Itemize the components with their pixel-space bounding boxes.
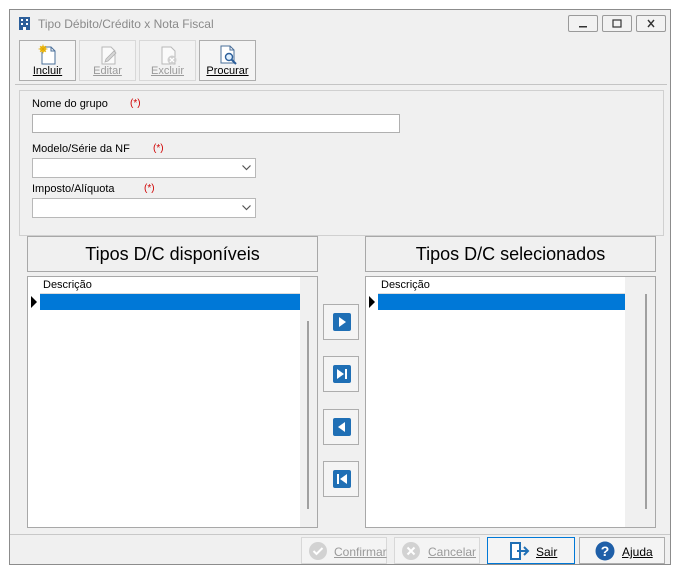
selecionados-scrollbar[interactable] xyxy=(645,294,647,509)
confirmar-button[interactable]: Confirmar xyxy=(301,537,387,564)
selecionados-column-header[interactable]: Descrição xyxy=(378,277,625,294)
move-left-icon xyxy=(333,418,351,436)
selecionados-panel: Descrição xyxy=(365,276,656,528)
disponiveis-grid[interactable]: Descrição xyxy=(28,277,300,527)
table-row[interactable] xyxy=(378,294,625,310)
maximize-button[interactable] xyxy=(602,15,632,32)
search-document-icon xyxy=(220,45,237,65)
excluir-button[interactable]: Excluir xyxy=(139,40,196,81)
disponiveis-column-header[interactable]: Descrição xyxy=(40,277,300,294)
imposto-aliquota-required: (*) xyxy=(144,183,155,194)
move-left-button[interactable] xyxy=(323,409,359,445)
svg-text:?: ? xyxy=(601,543,610,559)
nome-grupo-label: Nome do grupo xyxy=(32,98,108,110)
chevron-down-icon xyxy=(242,205,251,211)
editar-button[interactable]: Editar xyxy=(79,40,136,81)
delete-document-icon xyxy=(161,46,177,65)
procurar-label: Procurar xyxy=(206,65,249,77)
sair-button[interactable]: Sair xyxy=(487,537,575,564)
nome-grupo-required: (*) xyxy=(130,98,141,109)
procurar-button[interactable]: Procurar xyxy=(199,40,256,81)
table-row[interactable] xyxy=(40,294,300,310)
window-title: Tipo Débito/Crédito x Nota Fiscal xyxy=(38,17,214,31)
imposto-aliquota-label: Imposto/Alíquota xyxy=(32,183,115,195)
move-all-right-button[interactable] xyxy=(323,356,359,392)
chevron-down-icon xyxy=(242,165,251,171)
incluir-button[interactable]: Incluir xyxy=(19,40,76,81)
new-document-icon xyxy=(38,44,56,65)
footer-divider xyxy=(10,534,670,535)
edit-document-icon xyxy=(101,46,117,65)
confirmar-label: Confirmar xyxy=(334,545,387,559)
incluir-label: Incluir xyxy=(32,65,63,77)
move-all-right-icon xyxy=(333,365,351,383)
toolbar: Incluir Editar Excluir Procurar xyxy=(15,38,667,85)
check-icon xyxy=(309,542,327,560)
sair-label: Sair xyxy=(536,545,558,559)
editar-label: Editar xyxy=(93,65,122,77)
row-indicator-icon xyxy=(369,296,375,308)
row-indicator-icon xyxy=(31,296,37,308)
ajuda-label: Ajuda xyxy=(622,545,653,559)
disponiveis-panel: Descrição xyxy=(27,276,318,528)
exit-icon xyxy=(510,542,530,560)
selecionados-grid[interactable]: Descrição xyxy=(366,277,625,527)
main-window: Tipo Débito/Crédito x Nota Fiscal Inclui… xyxy=(9,9,671,565)
close-icon xyxy=(647,19,655,28)
imposto-aliquota-select[interactable] xyxy=(32,198,256,218)
maximize-icon xyxy=(612,19,622,28)
minimize-icon xyxy=(579,26,587,28)
modelo-serie-label: Modelo/Série da NF xyxy=(32,143,130,155)
move-right-button[interactable] xyxy=(323,304,359,340)
move-all-left-button[interactable] xyxy=(323,461,359,497)
form-area: Nome do grupo (*) Modelo/Série da NF (*)… xyxy=(19,90,664,236)
ajuda-button[interactable]: ? Ajuda xyxy=(579,537,665,564)
cancelar-label: Cancelar xyxy=(428,545,477,559)
title-bar: Tipo Débito/Crédito x Nota Fiscal xyxy=(10,10,670,38)
disponiveis-panel-title: Tipos D/C disponíveis xyxy=(27,236,318,272)
cancelar-button[interactable]: Cancelar xyxy=(394,537,480,564)
move-right-icon xyxy=(333,313,351,331)
nome-grupo-input[interactable] xyxy=(32,114,400,133)
cancel-icon xyxy=(402,542,420,560)
selecionados-panel-title: Tipos D/C selecionados xyxy=(365,236,656,272)
close-button[interactable] xyxy=(636,15,666,32)
modelo-serie-select[interactable] xyxy=(32,158,256,178)
modelo-serie-required: (*) xyxy=(153,143,164,154)
move-all-left-icon xyxy=(333,470,351,488)
excluir-label: Excluir xyxy=(150,65,184,77)
disponiveis-scrollbar[interactable] xyxy=(307,321,309,509)
help-icon: ? xyxy=(595,541,615,561)
building-icon xyxy=(19,17,30,30)
minimize-button[interactable] xyxy=(568,15,598,32)
